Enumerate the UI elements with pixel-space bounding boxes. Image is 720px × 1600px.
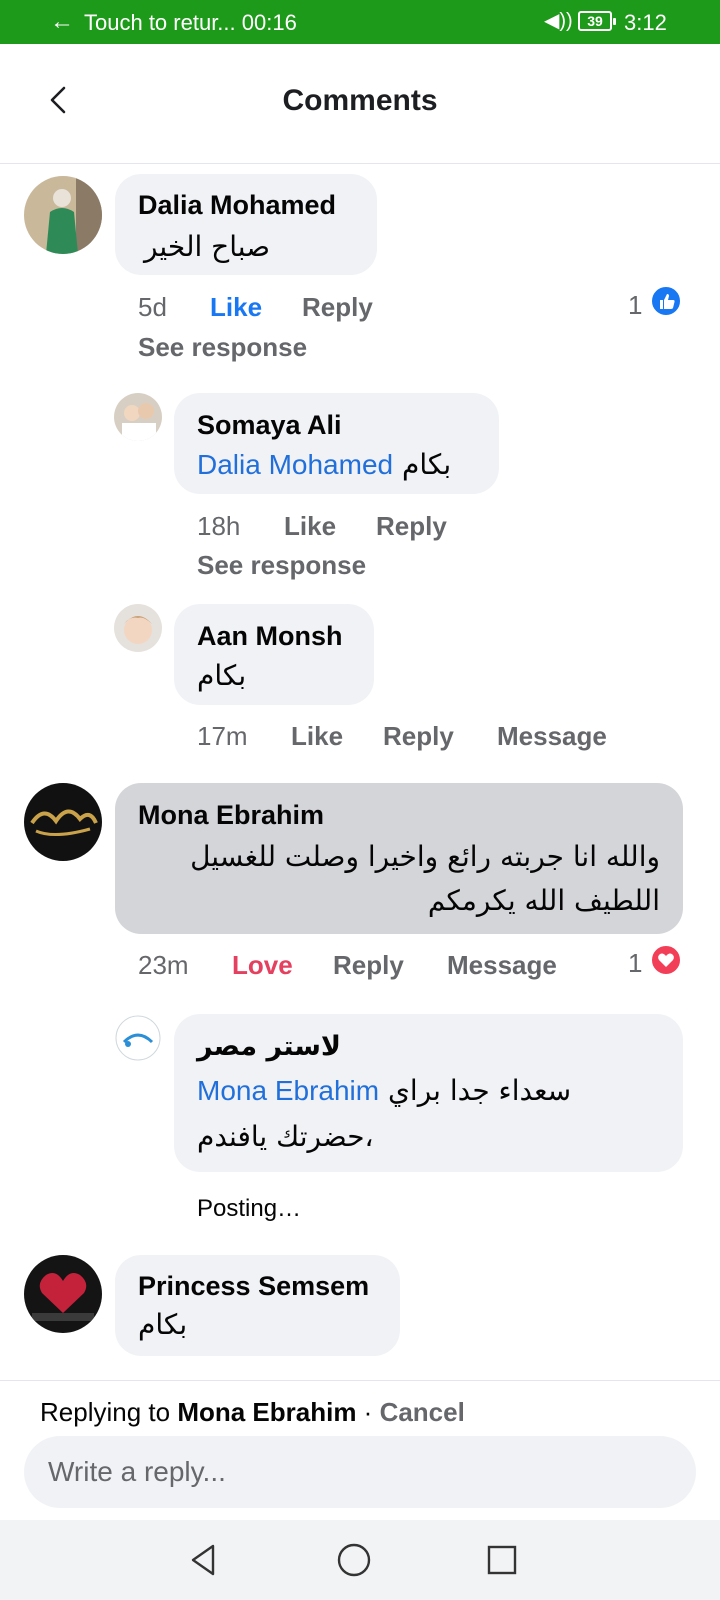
comment-text: Dalia Mohamed بكام <box>197 448 451 481</box>
nav-back-icon[interactable] <box>183 1540 223 1580</box>
avatar[interactable] <box>114 1014 162 1062</box>
reply-separator: · <box>356 1397 380 1427</box>
reply-composer: Replying to Mona Ebrahim · Cancel <box>0 1380 720 1520</box>
avatar[interactable] <box>114 393 162 441</box>
see-response-link[interactable]: See response <box>138 332 307 363</box>
message-button[interactable]: Message <box>497 721 607 752</box>
like-button[interactable]: Like <box>210 292 262 323</box>
replying-to-label: Replying to Mona Ebrahim · Cancel <box>40 1397 465 1428</box>
reply-button[interactable]: Reply <box>376 511 447 542</box>
reply-target-name: Mona Ebrahim <box>177 1397 357 1427</box>
comment-text-body: بكام <box>402 448 452 481</box>
love-icon[interactable] <box>650 944 682 976</box>
page-title: Comments <box>282 84 438 117</box>
comment-text: والله انا جربته رائع واخيرا وصلت للغسيل <box>190 840 660 873</box>
reaction-count[interactable]: 1 <box>628 948 642 979</box>
comment-text: صباح الخير <box>143 230 270 263</box>
like-button[interactable]: Like <box>291 721 343 752</box>
comment-text: بكام <box>138 1308 188 1341</box>
replying-prefix: Replying to <box>40 1397 171 1427</box>
comment-author[interactable]: Somaya Ali <box>197 410 342 441</box>
comment-author[interactable]: Mona Ebrahim <box>138 800 324 831</box>
comment-text: حضرتك يافندم، <box>197 1120 374 1153</box>
nav-home-icon[interactable] <box>334 1540 374 1580</box>
comment-text: Mona Ebrahim سعداء جدا براي <box>197 1074 571 1107</box>
comment-text: اللطيف الله يكرمكم <box>427 884 660 917</box>
comment-time: 23m <box>138 950 189 980</box>
message-button[interactable]: Message <box>447 950 557 981</box>
nav-recents-icon[interactable] <box>482 1540 522 1580</box>
like-button[interactable]: Like <box>284 511 336 542</box>
comment-author[interactable]: لاستر مصر <box>197 1031 341 1062</box>
comment-author[interactable]: Princess Semsem <box>138 1271 369 1302</box>
mention-link[interactable]: Mona Ebrahim <box>197 1075 379 1106</box>
comment-text-body: سعداء جدا براي <box>388 1074 572 1107</box>
love-button[interactable]: Love <box>232 950 293 981</box>
clock: 3:12 <box>624 10 667 35</box>
comment-text: بكام <box>197 659 247 692</box>
ongoing-call-banner[interactable]: Touch to retur... 00:16 <box>84 9 297 37</box>
reply-input[interactable] <box>24 1436 696 1508</box>
cancel-reply-button[interactable]: Cancel <box>380 1397 465 1427</box>
avatar[interactable] <box>24 176 102 254</box>
reply-button[interactable]: Reply <box>383 721 454 752</box>
return-arrow-icon[interactable]: ← <box>50 8 74 36</box>
comment-time: 5d <box>138 292 167 322</box>
comment-time: 17m <box>197 721 248 751</box>
status-bar: ← Touch to retur... 00:16 ◀)) 39 3:12 <box>0 0 720 44</box>
reply-button[interactable]: Reply <box>302 292 373 323</box>
comment-time: 18h <box>197 511 241 541</box>
comment-author[interactable]: Aan Monsh <box>197 621 343 652</box>
header: Comments <box>0 44 720 164</box>
comment-author[interactable]: Dalia Mohamed <box>138 190 336 221</box>
reaction-count[interactable]: 1 <box>628 290 642 321</box>
reply-button[interactable]: Reply <box>333 950 404 981</box>
avatar[interactable] <box>24 783 102 861</box>
vibrate-icon: ◀)) <box>544 10 573 32</box>
see-response-link[interactable]: See response <box>197 550 366 581</box>
avatar[interactable] <box>114 604 162 652</box>
mention-link[interactable]: Dalia Mohamed <box>197 449 393 480</box>
avatar[interactable] <box>24 1255 102 1333</box>
navigation-bar <box>0 1520 720 1600</box>
posting-status: Posting… <box>197 1195 302 1222</box>
like-icon[interactable] <box>650 285 682 317</box>
battery-icon: 39 <box>578 11 616 31</box>
